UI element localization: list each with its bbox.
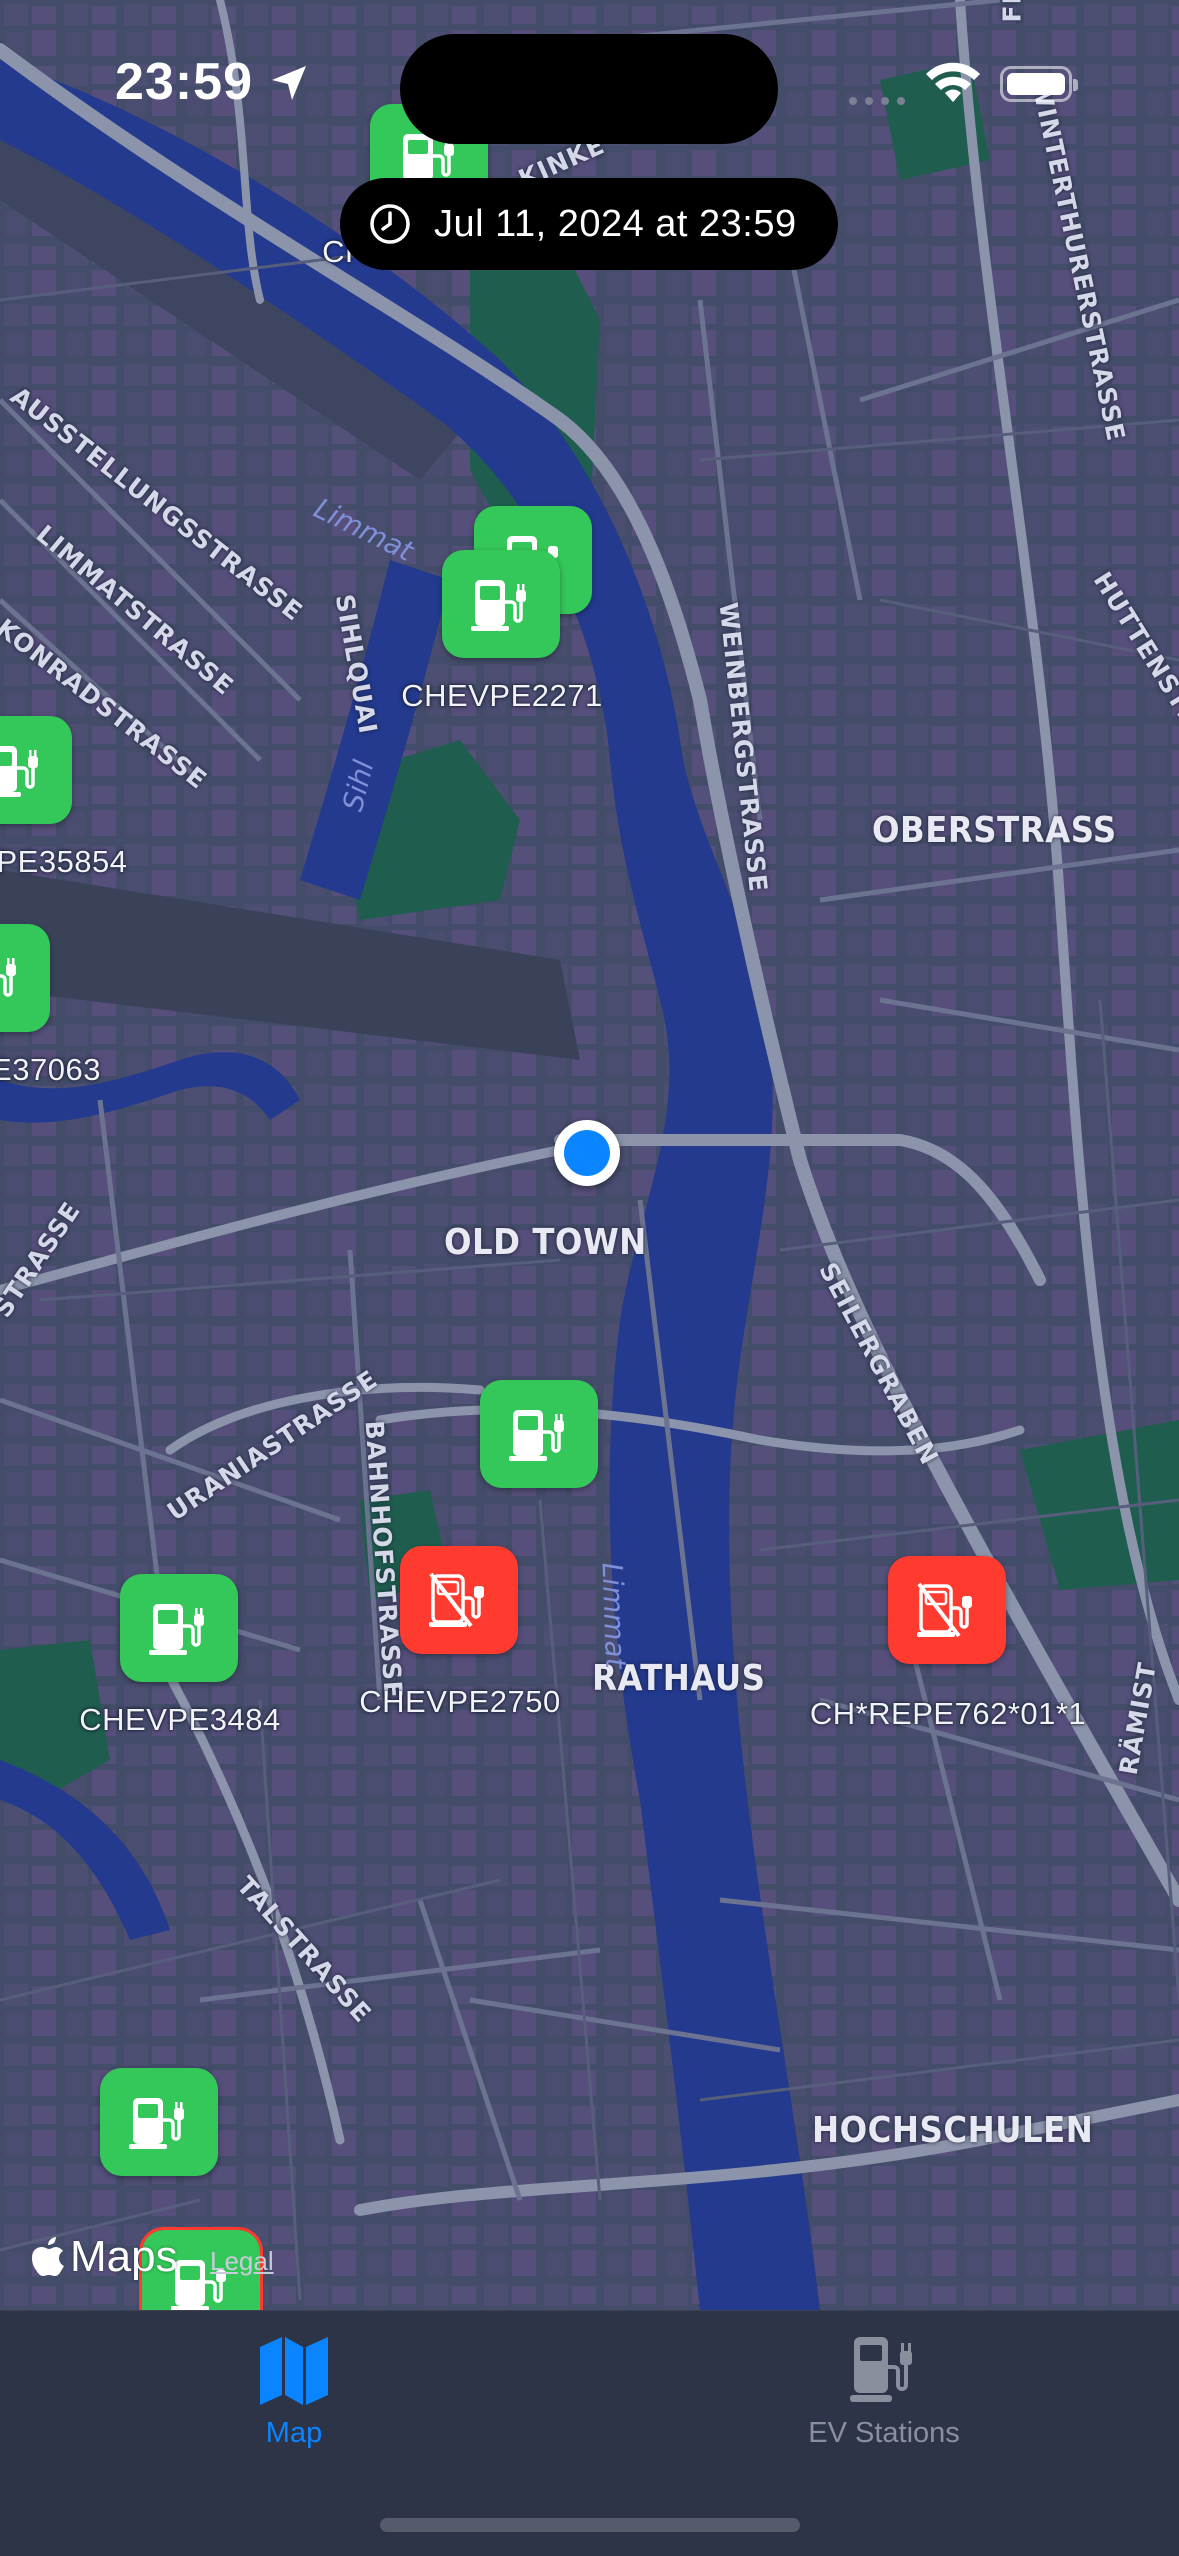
ev-charger-icon xyxy=(850,2337,912,2402)
ev-charger-icon xyxy=(471,580,526,631)
date-time-pill[interactable]: Jul 11, 2024 at 23:59 xyxy=(340,178,838,270)
river-label-limmat-south: Limmat xyxy=(595,1561,633,1670)
tab-ev-stations[interactable]: EV Stations xyxy=(734,2329,1034,2450)
wifi-icon xyxy=(926,62,980,102)
ev-charger-icon xyxy=(149,1604,204,1655)
ev-charger-icon xyxy=(509,1410,564,1461)
maps-attribution: Maps xyxy=(30,2232,178,2282)
area-label-hochschulen: HOCHSCHULEN xyxy=(812,2110,1094,2151)
dynamic-island xyxy=(400,34,778,144)
station-label: CH*REPE762*01*1 xyxy=(809,1696,1087,1731)
home-indicator[interactable] xyxy=(380,2518,800,2532)
clock-icon xyxy=(370,204,410,244)
ev-charger-icon xyxy=(129,2098,184,2149)
station-label: E37063 xyxy=(0,1052,101,1087)
ev-station-marker[interactable] xyxy=(0,716,72,824)
status-bar: 23:59 xyxy=(0,0,1179,170)
station-label: CHEVPE2750 xyxy=(359,1684,561,1719)
ev-station-marker-unavailable[interactable] xyxy=(400,1546,518,1654)
apple-logo-icon xyxy=(32,2237,64,2276)
ev-station-marker-unavailable[interactable] xyxy=(888,1556,1006,1664)
date-time-text: Jul 11, 2024 at 23:59 xyxy=(434,202,797,245)
status-time: 23:59 xyxy=(115,53,253,111)
ev-station-marker[interactable] xyxy=(0,924,50,1032)
station-label: CHEVPE2271 xyxy=(401,678,603,713)
location-arrow-icon xyxy=(272,66,306,100)
cellular-signal-icon xyxy=(849,97,905,105)
station-label: PE35854 xyxy=(0,844,128,879)
tab-map[interactable]: Map xyxy=(144,2329,444,2450)
ev-charger-slash-icon xyxy=(429,1572,484,1628)
tab-label: Map xyxy=(265,2417,323,2449)
map-icon xyxy=(260,2337,328,2405)
ev-station-marker[interactable] xyxy=(100,2068,218,2176)
ev-charger-icon xyxy=(0,958,16,997)
area-label-old-town: OLD TOWN xyxy=(444,1222,647,1263)
station-label: CHEVPE3484 xyxy=(79,1702,281,1737)
battery-icon xyxy=(1000,66,1078,102)
legal-link[interactable]: Legal xyxy=(210,2246,274,2277)
screen: OBERSTRASS OLD TOWN RATHAUS HOCHSCHULEN … xyxy=(0,0,1179,2556)
maps-brand-text: Maps xyxy=(70,2232,178,2281)
area-label-oberstrass: OBERSTRASS xyxy=(872,810,1117,851)
tab-label: EV Stations xyxy=(808,2417,960,2449)
ev-station-marker[interactable] xyxy=(480,1380,598,1488)
user-location-dot xyxy=(554,1120,620,1186)
ev-station-marker[interactable] xyxy=(442,550,560,658)
ev-charger-slash-icon xyxy=(917,1582,972,1638)
ev-station-marker[interactable] xyxy=(120,1574,238,1682)
ev-charger-icon xyxy=(0,746,38,797)
